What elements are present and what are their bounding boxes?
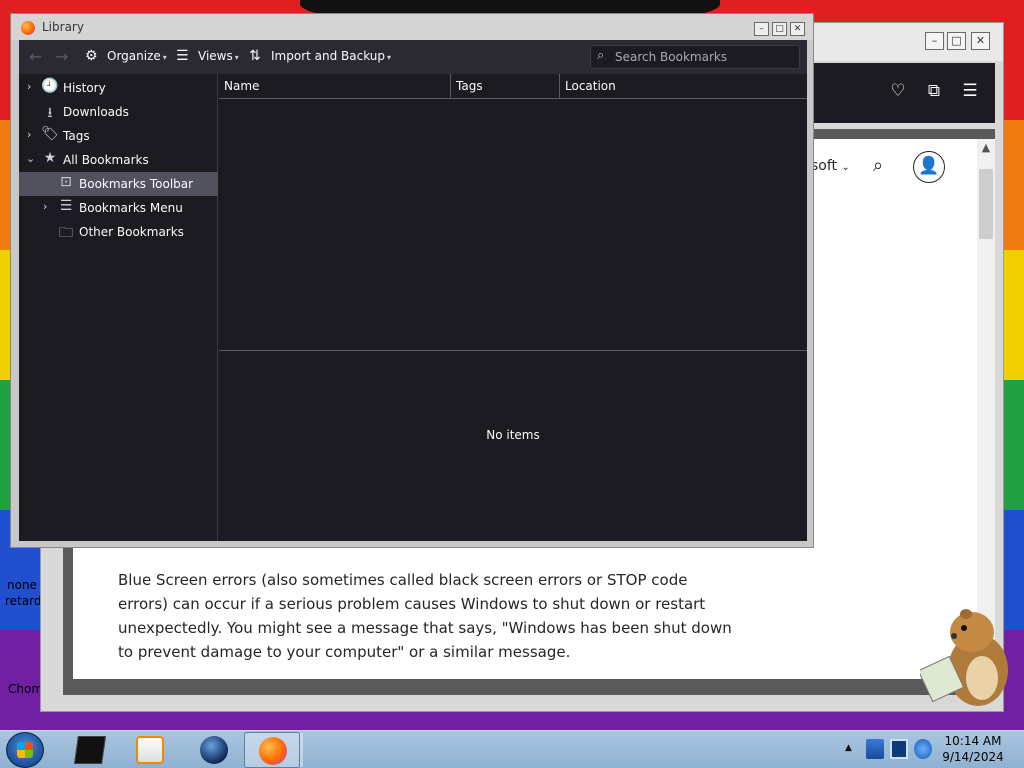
search-box[interactable]: ⌕ — [590, 45, 800, 69]
minimize-button[interactable]: – — [925, 32, 944, 50]
download-icon: ⭳ — [47, 105, 53, 121]
library-titlebar[interactable]: Library – □ ✕ — [11, 14, 813, 40]
column-header-location[interactable]: Location — [560, 74, 807, 98]
firefox-icon — [21, 21, 35, 35]
article-paragraph: Blue Screen errors (also sometimes calle… — [118, 571, 732, 661]
tray-expand-icon[interactable]: ▲ — [845, 743, 852, 753]
forward-arrow-icon[interactable]: → — [55, 47, 68, 66]
back-arrow-icon[interactable]: ← — [29, 47, 42, 66]
pocket-icon[interactable]: ♡ — [887, 81, 909, 101]
start-button[interactable] — [6, 732, 44, 768]
bookmark-list[interactable] — [219, 99, 807, 350]
tree-item-bookmarks-toolbar[interactable]: ⊡ Bookmarks Toolbar — [19, 172, 218, 196]
taskbar-app-globe[interactable] — [186, 732, 242, 768]
tag-icon: 🏷 — [41, 126, 59, 142]
search-icon: ⌕ — [597, 48, 605, 63]
search-input[interactable] — [615, 50, 795, 64]
dropdown-arrow-icon: ▾ — [387, 53, 392, 62]
bookmarks-menu-icon: ☰ — [59, 198, 73, 214]
list-icon: ☰ — [176, 48, 189, 64]
search-icon[interactable]: ⌕ — [873, 155, 883, 176]
chevron-down-icon[interactable]: ⌄ — [26, 152, 36, 165]
window-title: Library — [42, 20, 84, 34]
tree-item-tags[interactable]: › 🏷 Tags — [19, 124, 218, 148]
tree-item-downloads[interactable]: ⭳ Downloads — [19, 100, 218, 124]
sort-arrows-icon: ⇅ — [249, 48, 261, 64]
clock-icon: 🕘 — [41, 78, 59, 94]
tree-item-history[interactable]: › 🕘 History — [19, 76, 218, 100]
column-headers: Name Tags Location — [219, 74, 807, 99]
tree-item-bookmarks-menu[interactable]: › ☰ Bookmarks Menu — [19, 196, 218, 220]
dropdown-arrow-icon: ▾ — [162, 53, 167, 62]
chevron-down-icon: ⌄ — [841, 162, 850, 173]
scroll-thumb[interactable] — [979, 169, 993, 239]
chevron-right-icon[interactable]: › — [27, 128, 37, 141]
taskbar-separator — [300, 733, 303, 767]
clock-date[interactable]: 9/14/2024 — [938, 750, 1008, 764]
library-tree: › 🕘 History ⭳ Downloads › 🏷 Tags ⌄ ★ All… — [19, 74, 218, 541]
media-player-icon — [136, 736, 164, 764]
minimize-button[interactable]: – — [754, 22, 769, 36]
library-window: Library – □ ✕ ← → ⚙ Organize ▾ ☰ Views ▾ ⇅ Im… — [10, 13, 814, 548]
volume-icon[interactable] — [914, 739, 932, 759]
windows-logo-icon — [17, 742, 33, 758]
taskbar: ▲ 10:14 AM 9/14/2024 — [0, 730, 1024, 768]
chevron-right-icon[interactable]: › — [27, 80, 37, 93]
library-toolbar: ← → ⚙ Organize ▾ ☰ Views ▾ ⇅ Import and Backu… — [19, 40, 807, 74]
close-button[interactable]: ✕ — [790, 22, 805, 36]
tray-app-icon[interactable] — [866, 739, 884, 759]
scroll-up-arrow-icon[interactable]: ▲ — [977, 139, 995, 157]
menu-icon[interactable]: ☰ — [959, 81, 981, 101]
maximize-button[interactable]: □ — [772, 22, 787, 36]
organize-button[interactable]: ⚙ Organize ▾ — [85, 48, 167, 64]
close-button[interactable]: ✕ — [971, 32, 990, 50]
bookmark-content: Name Tags Location No items — [219, 74, 807, 541]
bookmarks-toolbar-icon: ⊡ — [60, 174, 72, 190]
extensions-icon[interactable]: ⧉ — [923, 81, 945, 101]
no-items-message: No items — [486, 428, 540, 442]
maximize-button[interactable]: □ — [947, 32, 966, 50]
desktop-wallpaper: none o retards Chom – □ ✕ ♡ ⧉ ☰ ▲ soft ⌄… — [0, 0, 1024, 730]
taskbar-app-terminal[interactable] — [62, 732, 118, 768]
import-backup-button[interactable]: ⇅ Import and Backup ▾ — [249, 48, 391, 64]
taskbar-app-firefox[interactable] — [244, 732, 300, 768]
star-icon: ★ — [43, 150, 57, 166]
globe-icon — [200, 736, 228, 764]
details-pane: No items — [219, 351, 807, 541]
firefox-icon — [259, 737, 287, 765]
nav-menu-partial[interactable]: soft ⌄ — [811, 158, 850, 174]
gear-icon: ⚙ — [85, 48, 98, 64]
desktop-icon-label[interactable]: Chom — [8, 682, 43, 696]
tree-item-all-bookmarks[interactable]: ⌄ ★ All Bookmarks — [19, 148, 218, 172]
terminal-icon — [74, 736, 106, 764]
folder-icon: 🗀 — [59, 225, 73, 241]
column-header-name[interactable]: Name — [219, 74, 451, 98]
dropdown-arrow-icon: ▾ — [234, 53, 239, 62]
clock-time[interactable]: 10:14 AM — [938, 734, 1008, 748]
hamster-mascot — [920, 609, 1008, 706]
column-header-tags[interactable]: Tags — [451, 74, 560, 98]
taskbar-app-media-player[interactable] — [122, 732, 178, 768]
tree-item-other-bookmarks[interactable]: 🗀 Other Bookmarks — [19, 220, 218, 244]
chevron-right-icon[interactable]: › — [43, 200, 53, 213]
account-icon[interactable]: 👤 — [913, 151, 945, 183]
library-body: ← → ⚙ Organize ▾ ☰ Views ▾ ⇅ Import and Backu… — [19, 40, 807, 541]
network-icon[interactable] — [890, 739, 908, 759]
views-button[interactable]: ☰ Views ▾ — [176, 48, 239, 64]
